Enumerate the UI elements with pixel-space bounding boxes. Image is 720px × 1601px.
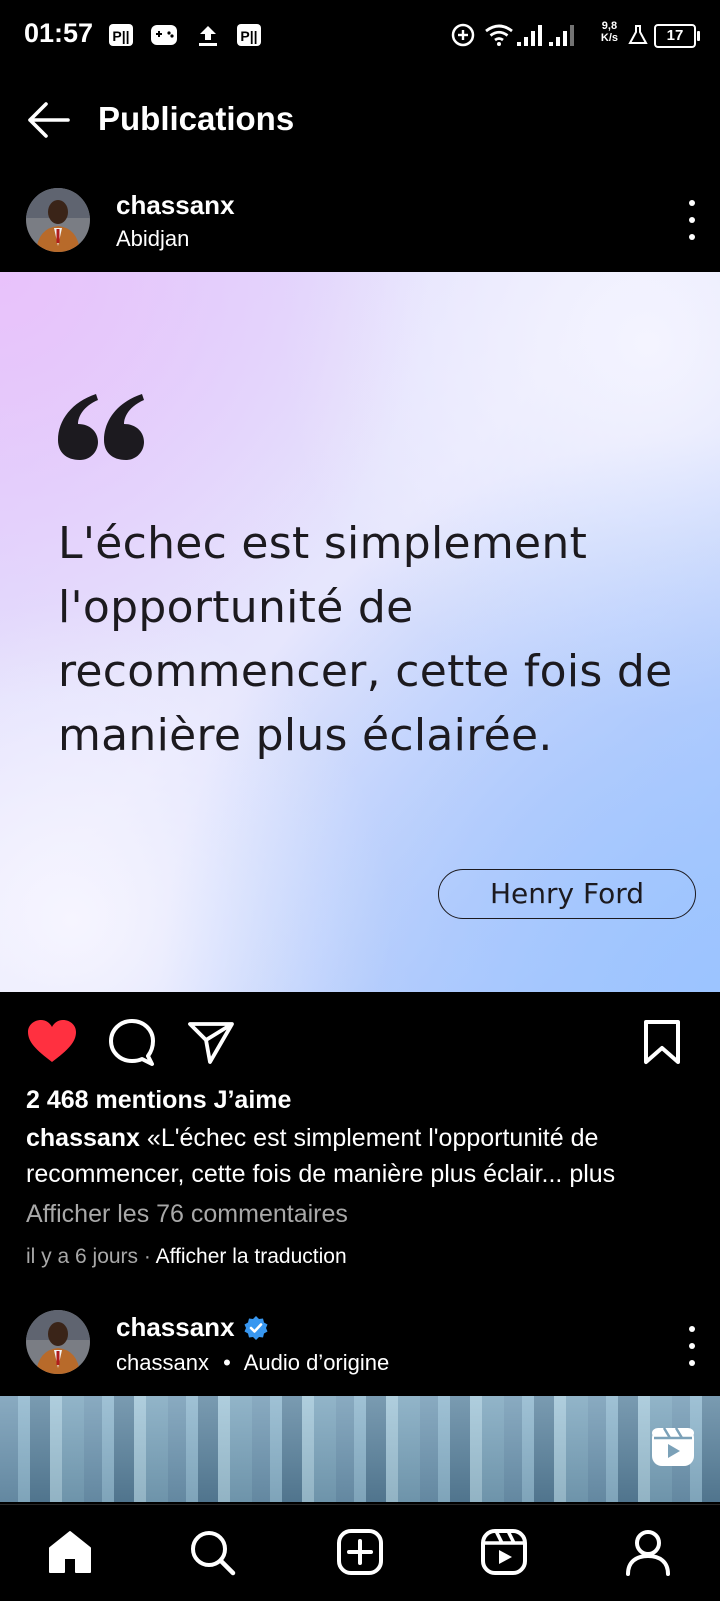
page-title: Publications: [98, 100, 295, 137]
network-speed-unit: K/s: [600, 32, 618, 44]
more-options-icon[interactable]: [682, 1326, 702, 1366]
upload-icon: [196, 22, 220, 48]
likes-count[interactable]: 2 468 mentions J’aime: [26, 1086, 291, 1115]
profile-icon[interactable]: [624, 1528, 672, 1576]
audio-user: chassanx: [116, 1350, 209, 1375]
reels-badge-icon: [650, 1424, 696, 1470]
post-meta: il y a 6 jours · Afficher la traduction: [26, 1245, 347, 1269]
svg-text:P||: P||: [240, 28, 257, 44]
quote-mark-icon: [56, 392, 146, 462]
meta-separator: ·: [143, 1245, 151, 1268]
quote-text: L'échec est simplement l'opportunité de …: [58, 518, 673, 761]
battery-icon: 17: [654, 24, 700, 48]
caption-username[interactable]: chassanx: [26, 1124, 140, 1152]
verified-badge-icon: [243, 1315, 269, 1341]
next-post-username[interactable]: chassanx: [116, 1312, 235, 1343]
next-post-audio[interactable]: chassanx • Audio d’origine: [116, 1350, 389, 1376]
view-comments-link[interactable]: Afficher les 76 commentaires: [26, 1200, 348, 1229]
post-location[interactable]: Abidjan: [116, 226, 189, 252]
reel-preview[interactable]: [0, 1396, 720, 1502]
next-post-user: chassanx: [116, 1312, 269, 1343]
data-saver-icon: [450, 22, 476, 48]
search-icon[interactable]: [188, 1528, 236, 1576]
translate-link[interactable]: Afficher la traduction: [156, 1245, 347, 1268]
wifi-icon: [484, 22, 514, 48]
home-icon[interactable]: [46, 1528, 94, 1576]
network-speed-value: 9,8: [601, 20, 618, 32]
gamepad-icon: [150, 22, 178, 48]
like-heart-icon[interactable]: [26, 1018, 78, 1066]
caption-more-link[interactable]: plus: [569, 1160, 615, 1188]
app-notification-icon-2: P||: [236, 22, 262, 48]
reels-icon[interactable]: [480, 1528, 528, 1576]
back-arrow-icon[interactable]: [24, 98, 72, 142]
share-send-icon[interactable]: [186, 1018, 238, 1066]
audio-label: Audio d’origine: [243, 1350, 390, 1375]
signal-icon-2: [548, 22, 576, 48]
quote-author: Henry Ford: [438, 869, 696, 919]
lab-flask-icon: [628, 22, 648, 48]
comment-icon[interactable]: [106, 1018, 158, 1066]
audio-dot: •: [223, 1350, 231, 1375]
avatar[interactable]: [26, 188, 90, 252]
svg-text:P||: P||: [112, 28, 129, 44]
status-time: 01:57: [24, 18, 94, 48]
more-options-icon[interactable]: [682, 200, 702, 240]
post-time: il y a 6 jours: [26, 1245, 139, 1268]
status-bar: 01:57 P|| P|| 9,8 K/s 17: [0, 0, 720, 70]
post-caption: chassanx «L'échec est simplement l'oppor…: [26, 1120, 706, 1192]
bookmark-icon[interactable]: [640, 1018, 692, 1066]
signal-icon-1: [516, 22, 544, 48]
app-notification-icon: P||: [108, 22, 134, 48]
post-image[interactable]: L'échec est simplement l'opportunité de …: [0, 272, 720, 992]
create-icon[interactable]: [336, 1528, 384, 1576]
avatar[interactable]: [26, 1310, 90, 1374]
network-speed: 9,8 K/s: [601, 20, 618, 44]
post-username[interactable]: chassanx: [116, 190, 235, 221]
